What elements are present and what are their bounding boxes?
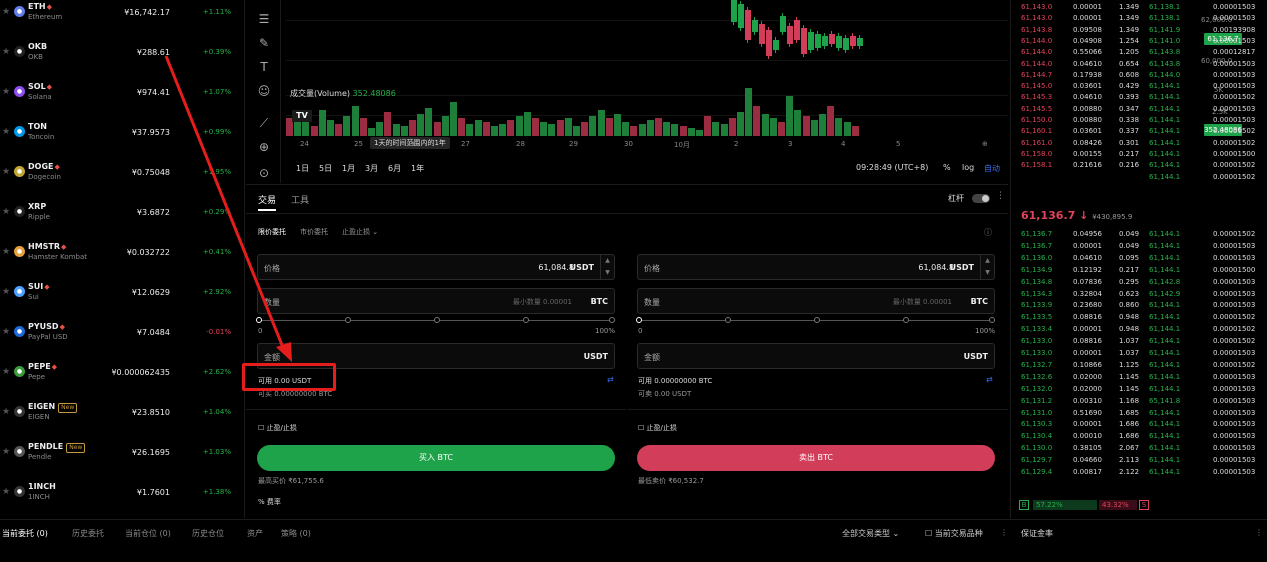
highlight-box <box>242 363 336 391</box>
annotation-arrow-icon <box>164 55 292 362</box>
